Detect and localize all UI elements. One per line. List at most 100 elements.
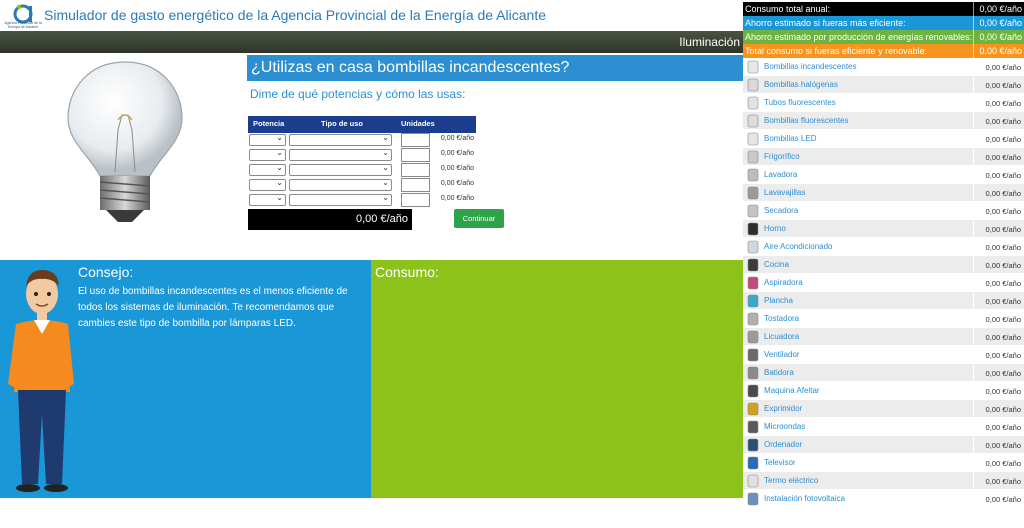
- summary-label: Total consumo si fueras eficiente y reno…: [745, 46, 928, 56]
- form-row: ⌄ ⌄ 0,00 €/año: [248, 133, 476, 148]
- appliance-link[interactable]: Instalación fotovoltaica: [764, 494, 845, 503]
- stove-icon: [745, 257, 761, 273]
- unidades-input[interactable]: [401, 163, 430, 177]
- appliance-link[interactable]: Secadora: [764, 206, 798, 215]
- appliance-cost: 0,00 €/año: [973, 400, 1024, 418]
- led-icon: [745, 131, 761, 147]
- summary-efficient-renewable-total: Total consumo si fueras eficiente y reno…: [743, 44, 1024, 58]
- appliance-row[interactable]: Instalación fotovoltaica 0,00 €/año: [743, 490, 1024, 508]
- appliance-cost: 0,00 €/año: [973, 94, 1024, 112]
- mixer-icon: [745, 365, 761, 381]
- appliance-row[interactable]: Tubos fluorescentes 0,00 €/año: [743, 94, 1024, 112]
- unidades-input[interactable]: [401, 178, 430, 192]
- appliance-cost: 0,00 €/año: [973, 202, 1024, 220]
- appliance-row[interactable]: Plancha 0,00 €/año: [743, 292, 1024, 310]
- appliance-link[interactable]: Ordenador: [764, 440, 802, 449]
- tipo-uso-select[interactable]: ⌄: [289, 133, 392, 146]
- appliance-row[interactable]: Tostadora 0,00 €/año: [743, 310, 1024, 328]
- appliance-link[interactable]: Maquina Afeitar: [764, 386, 820, 395]
- appliance-row[interactable]: Aire Acondicionado 0,00 €/año: [743, 238, 1024, 256]
- appliance-link[interactable]: Plancha: [764, 296, 793, 305]
- appliance-link[interactable]: Lavadora: [764, 170, 797, 179]
- appliance-row[interactable]: Exprimidor 0,00 €/año: [743, 400, 1024, 418]
- washer-icon: [745, 167, 761, 183]
- appliance-link[interactable]: Bombillas LED: [764, 134, 816, 143]
- appliance-link[interactable]: Tubos fluorescentes: [764, 98, 836, 107]
- summary-value: 0,00 €/año: [973, 16, 1024, 30]
- tipo-uso-select[interactable]: ⌄: [289, 178, 392, 191]
- appliance-row[interactable]: Frigorífico 0,00 €/año: [743, 148, 1024, 166]
- form-total: 0,00 €/año: [248, 209, 412, 230]
- tipo-uso-select[interactable]: ⌄: [289, 163, 392, 176]
- appliance-row[interactable]: Bombillas incandescentes 0,00 €/año: [743, 58, 1024, 76]
- appliance-row[interactable]: Horno 0,00 €/año: [743, 220, 1024, 238]
- form-header: Potencia Tipo de uso Unidades: [248, 116, 476, 133]
- appliance-row[interactable]: Secadora 0,00 €/año: [743, 202, 1024, 220]
- tipo-uso-select[interactable]: ⌄: [289, 193, 392, 206]
- oven-icon: [745, 221, 761, 237]
- appliance-row[interactable]: Cocina 0,00 €/año: [743, 256, 1024, 274]
- chevron-down-icon: ⌄: [276, 163, 283, 172]
- vacuum-icon: [745, 275, 761, 291]
- appliance-link[interactable]: Bombillas fluorescentes: [764, 116, 848, 125]
- appliance-link[interactable]: Televisor: [764, 458, 796, 467]
- shaver-icon: [745, 383, 761, 399]
- appliance-link[interactable]: Termo eléctrico: [764, 476, 818, 485]
- form-row: ⌄ ⌄ 0,00 €/año: [248, 163, 476, 178]
- appliance-link[interactable]: Bombillas halógenas: [764, 80, 838, 89]
- unidades-input[interactable]: [401, 133, 430, 147]
- appliance-link[interactable]: Frigorífico: [764, 152, 800, 161]
- appliance-link[interactable]: Microondas: [764, 422, 805, 431]
- potencia-select[interactable]: ⌄: [249, 178, 286, 191]
- appliance-link[interactable]: Batidora: [764, 368, 794, 377]
- appliance-row[interactable]: Termo eléctrico 0,00 €/año: [743, 472, 1024, 490]
- appliance-row[interactable]: Ordenador 0,00 €/año: [743, 436, 1024, 454]
- chevron-down-icon: ⌄: [382, 178, 389, 187]
- potencia-select[interactable]: ⌄: [249, 148, 286, 161]
- appliance-link[interactable]: Ventilador: [764, 350, 800, 359]
- potencia-select[interactable]: ⌄: [249, 163, 286, 176]
- appliance-link[interactable]: Licuadora: [764, 332, 799, 341]
- form-row: ⌄ ⌄ 0,00 €/año: [248, 193, 476, 208]
- appliance-row[interactable]: Maquina Afeitar 0,00 €/año: [743, 382, 1024, 400]
- unidades-input[interactable]: [401, 148, 430, 162]
- solar-panel-icon: [745, 491, 761, 507]
- appliance-row[interactable]: Lavadora 0,00 €/año: [743, 166, 1024, 184]
- tipo-uso-select[interactable]: ⌄: [289, 148, 392, 161]
- appliance-row[interactable]: Televisor 0,00 €/año: [743, 454, 1024, 472]
- appliance-link[interactable]: Exprimidor: [764, 404, 802, 413]
- appliance-row[interactable]: Ventilador 0,00 €/año: [743, 346, 1024, 364]
- appliance-link[interactable]: Horno: [764, 224, 786, 233]
- appliance-link[interactable]: Bombillas incandescentes: [764, 62, 857, 71]
- appliance-row[interactable]: Licuadora 0,00 €/año: [743, 328, 1024, 346]
- appliance-row[interactable]: Bombillas halógenas 0,00 €/año: [743, 76, 1024, 94]
- appliance-row[interactable]: Bombillas LED 0,00 €/año: [743, 130, 1024, 148]
- potencia-select[interactable]: ⌄: [249, 193, 286, 206]
- summary-renewable-savings: Ahorro estimado por producción de energí…: [743, 30, 1024, 44]
- appliance-cost: 0,00 €/año: [973, 382, 1024, 400]
- summary-label: Consumo total anual:: [745, 4, 831, 14]
- summary-sidebar: Consumo total anual: 0,00 €/año Ahorro e…: [743, 0, 1024, 528]
- potencia-select[interactable]: ⌄: [249, 133, 286, 146]
- appliance-link[interactable]: Cocina: [764, 260, 789, 269]
- appliance-cost: 0,00 €/año: [973, 292, 1024, 310]
- appliance-row[interactable]: Batidora 0,00 €/año: [743, 364, 1024, 382]
- appliance-link[interactable]: Lavavajillas: [764, 188, 805, 197]
- water-heater-icon: [745, 473, 761, 489]
- advice-title: Consejo:: [78, 264, 134, 280]
- appliance-row[interactable]: Microondas 0,00 €/año: [743, 418, 1024, 436]
- section-label: Iluminación: [679, 35, 740, 49]
- appliance-row[interactable]: Aspiradora 0,00 €/año: [743, 274, 1024, 292]
- unidades-input[interactable]: [401, 193, 430, 207]
- appliance-row[interactable]: Bombillas fluorescentes 0,00 €/año: [743, 112, 1024, 130]
- appliance-row[interactable]: Lavavajillas 0,00 €/año: [743, 184, 1024, 202]
- appliance-cost: 0,00 €/año: [973, 238, 1024, 256]
- appliance-link[interactable]: Aire Acondicionado: [764, 242, 833, 251]
- appliance-link[interactable]: Aspiradora: [764, 278, 803, 287]
- computer-icon: [745, 437, 761, 453]
- chevron-down-icon: ⌄: [382, 133, 389, 142]
- continue-button[interactable]: Continuar: [454, 209, 504, 228]
- appliance-link[interactable]: Tostadora: [764, 314, 799, 323]
- appliance-cost: 0,00 €/año: [973, 274, 1024, 292]
- cfl-icon: [745, 113, 761, 129]
